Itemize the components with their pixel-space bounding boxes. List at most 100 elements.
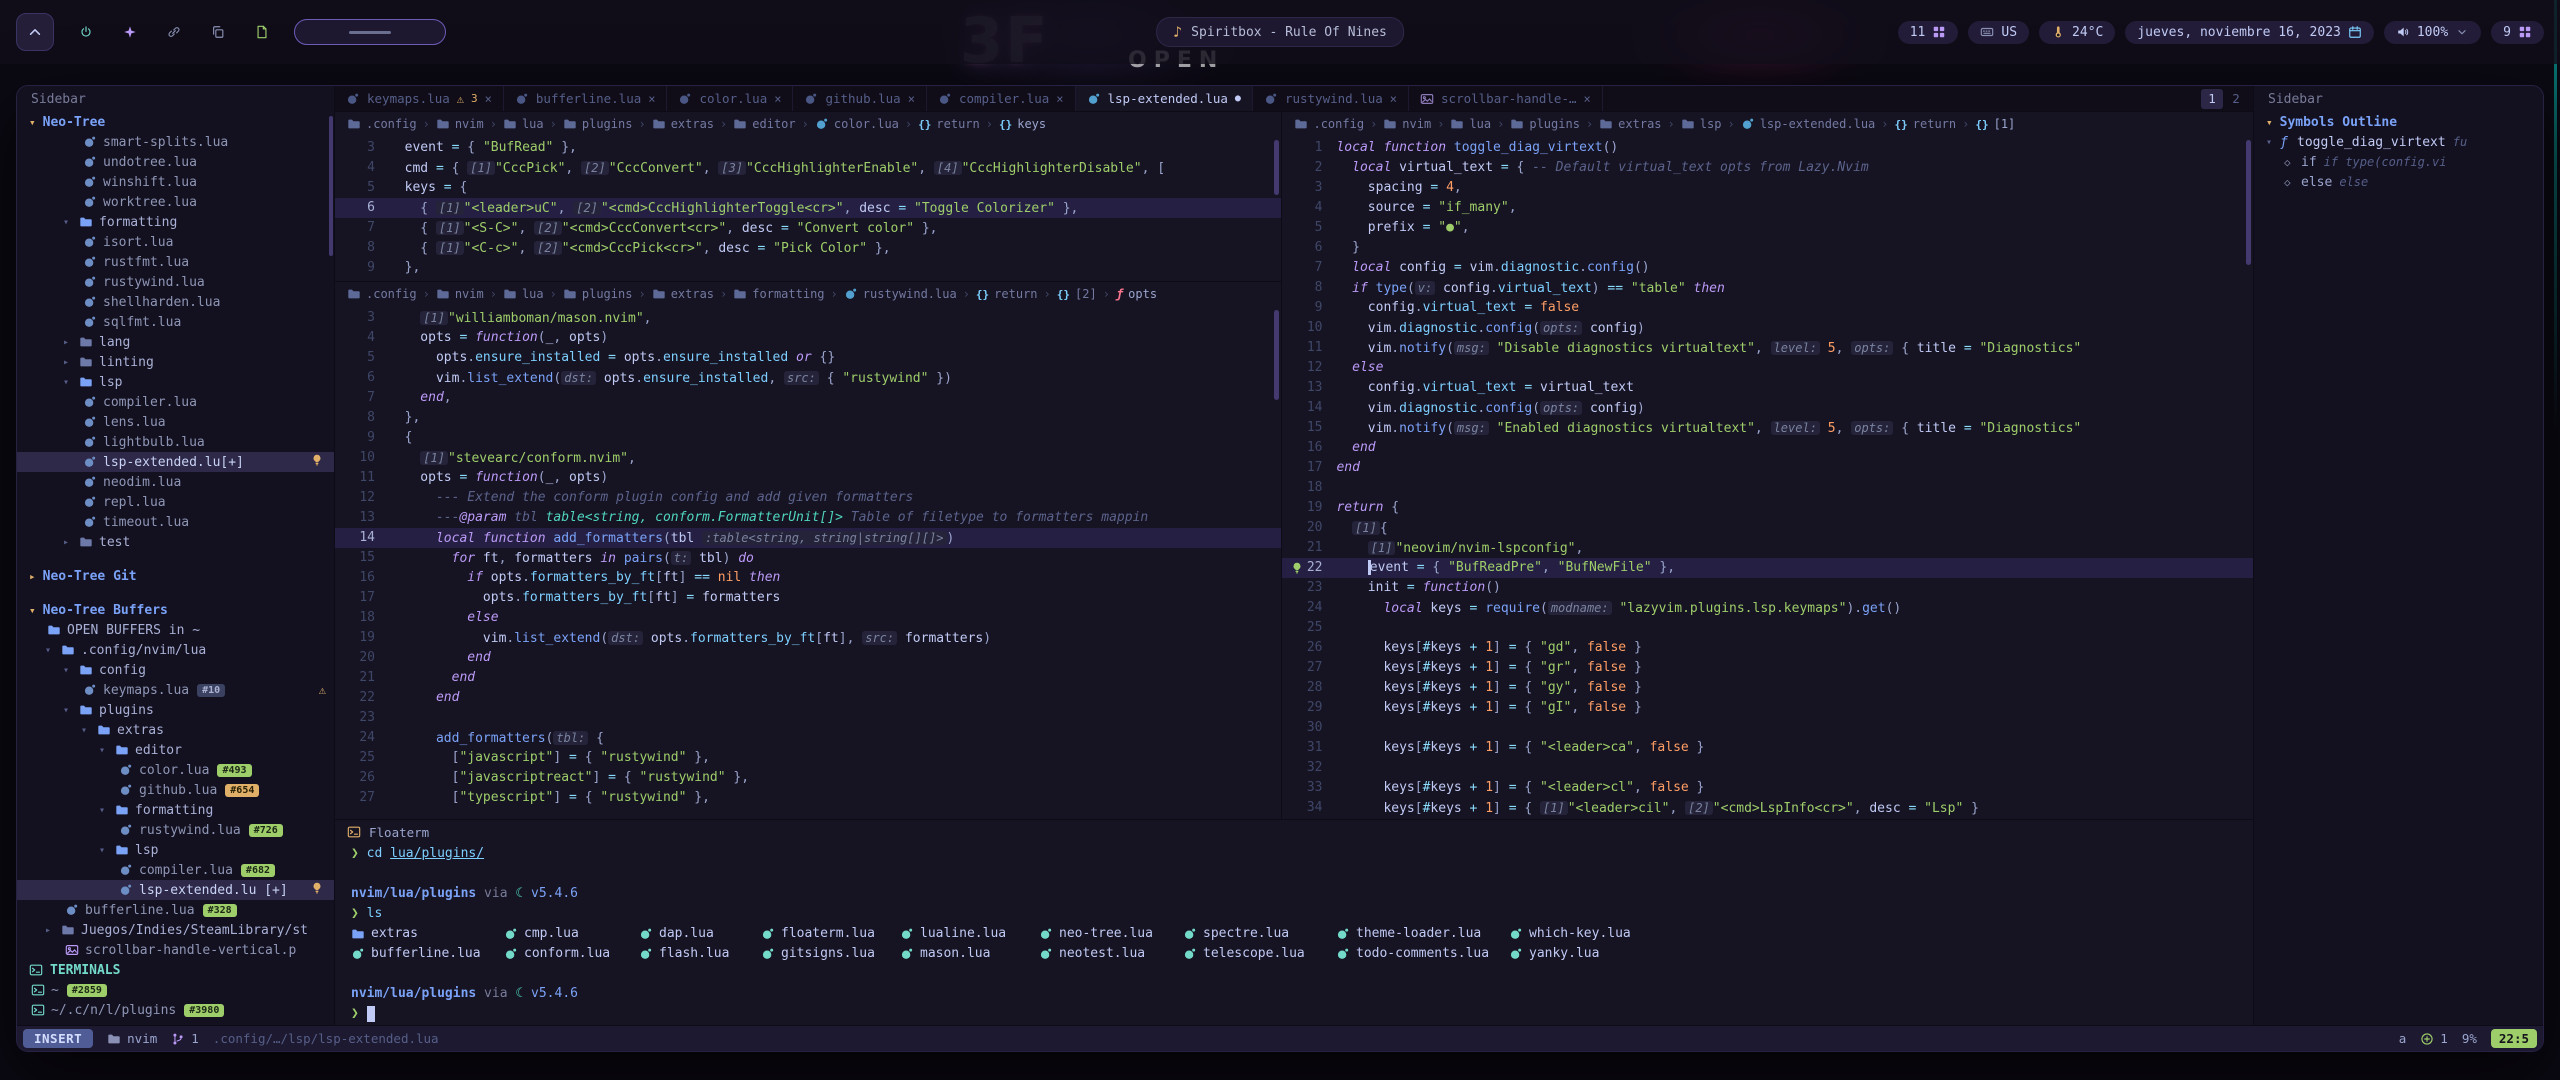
tree-item[interactable]: ▾config bbox=[17, 660, 334, 680]
breadcrumb-item[interactable]: {}return bbox=[976, 287, 1038, 301]
breadcrumb-item[interactable]: nvim bbox=[436, 117, 484, 131]
tab-lsp-extended-lua[interactable]: lsp-extended.lua● bbox=[1076, 86, 1253, 111]
tree-item[interactable]: lsp-extended.lu [+] bbox=[17, 880, 334, 900]
breadcrumb-item[interactable]: plugins bbox=[563, 117, 633, 131]
code-line[interactable]: 26 keys[#keys + 1] = { "gd", false } bbox=[1282, 638, 2253, 658]
chevron-down-icon[interactable]: ▾ bbox=[99, 845, 113, 856]
breadcrumb-item[interactable]: nvim bbox=[436, 287, 484, 301]
close-tab-icon[interactable]: × bbox=[774, 92, 781, 106]
code-line[interactable]: 18 bbox=[1282, 478, 2253, 498]
tree-item[interactable]: ▾lsp bbox=[17, 372, 334, 392]
chevron-down-icon[interactable]: ▾ bbox=[63, 665, 77, 676]
chevron-down-icon[interactable]: ▾ bbox=[99, 805, 113, 816]
tree-item[interactable]: ▾formatting bbox=[17, 800, 334, 820]
tree-item[interactable]: ▸test bbox=[17, 532, 334, 552]
code-line[interactable]: 4 cmd = { [1]"CccPick", [2]"CccConvert",… bbox=[335, 158, 1281, 178]
tab-color-lua[interactable]: color.lua× bbox=[667, 86, 793, 111]
code-line[interactable]: 7 end, bbox=[335, 388, 1281, 408]
chevron-down-icon[interactable]: ▾ bbox=[63, 217, 77, 228]
tree-item[interactable]: compiler.lua bbox=[17, 392, 334, 412]
terminal-output[interactable]: ❯ cd lua/plugins/nvim/lua/plugins via ☾ … bbox=[335, 844, 2253, 1025]
code-line[interactable]: 18 else bbox=[335, 608, 1281, 628]
code-line[interactable]: 20 end bbox=[335, 648, 1281, 668]
code-line[interactable]: 25 ["javascript"] = { "rustywind" }, bbox=[335, 748, 1281, 768]
code-line[interactable]: 14 vim.diagnostic.config(opts: config) bbox=[1282, 398, 2253, 418]
code-line[interactable]: 9 }, bbox=[335, 258, 1281, 278]
breadcrumb-item[interactable]: lua bbox=[503, 117, 544, 131]
tab-keymaps-lua[interactable]: keymaps.lua⚠3× bbox=[335, 86, 504, 111]
breadcrumb-item[interactable]: color.lua bbox=[815, 117, 899, 131]
code-line[interactable]: 19return { bbox=[1282, 498, 2253, 518]
tree-item[interactable]: neodim.lua bbox=[17, 472, 334, 492]
tree-item[interactable]: ▾.config/nvim/lua bbox=[17, 640, 334, 660]
code-line[interactable]: 15 for ft, formatters in pairs(t: tbl) d… bbox=[335, 548, 1281, 568]
tree-item[interactable]: bufferline.lua#328 bbox=[17, 900, 334, 920]
tree-item[interactable]: smart-splits.lua bbox=[17, 132, 334, 152]
chevron-right-icon[interactable]: ▸ bbox=[63, 357, 77, 368]
code-line[interactable]: 3 [1]"williamboman/mason.nvim", bbox=[335, 308, 1281, 328]
tab-bufferline-lua[interactable]: bufferline.lua× bbox=[504, 86, 668, 111]
code-line[interactable]: 1local function toggle_diag_virtext() bbox=[1282, 138, 2253, 158]
tab-scrollbar-handle-[interactable]: scrollbar-handle-…× bbox=[1409, 86, 1603, 111]
code-line[interactable]: 21 end bbox=[335, 668, 1281, 688]
code-line[interactable]: 23 init = function() bbox=[1282, 578, 2253, 598]
breadcrumb-item[interactable]: .config bbox=[1294, 117, 1364, 131]
file-button[interactable] bbox=[248, 18, 276, 46]
tree-item[interactable]: shellharden.lua bbox=[17, 292, 334, 312]
neotree-section-header[interactable]: ▾ Neo-Tree bbox=[17, 112, 334, 132]
code-line[interactable]: 26 ["javascriptreact"] = { "rustywind" }… bbox=[335, 768, 1281, 788]
code-line[interactable]: 3 event = { "BufRead" }, bbox=[335, 138, 1281, 158]
breadcrumb-item[interactable]: {}keys bbox=[999, 117, 1046, 131]
code-line[interactable]: 27 keys[#keys + 1] = { "gr", false } bbox=[1282, 658, 2253, 678]
code-line[interactable]: 33 keys[#keys + 1] = { "<leader>cl", fal… bbox=[1282, 778, 2253, 798]
tabpage-2[interactable]: 2 bbox=[2225, 89, 2247, 109]
breadcrumb-item[interactable]: ƒopts bbox=[1116, 287, 1157, 301]
code-line[interactable]: 31 keys[#keys + 1] = { "<leader>ca", fal… bbox=[1282, 738, 2253, 758]
breadcrumb-item[interactable]: lua bbox=[1450, 117, 1491, 131]
editor-pane-rustywind[interactable]: .config›nvim›lua›plugins›extras›formatti… bbox=[335, 282, 1281, 819]
close-tab-icon[interactable]: × bbox=[1584, 92, 1591, 106]
breadcrumb-item[interactable]: {}return bbox=[918, 117, 980, 131]
code-line[interactable]: 13 config.virtual_text = virtual_text bbox=[1282, 378, 2253, 398]
tree-item[interactable]: sqlfmt.lua bbox=[17, 312, 334, 332]
terminal-buffer-item[interactable]: ~/.c/n/l/plugins#3980 bbox=[17, 1000, 334, 1020]
tree-item[interactable]: worktree.lua bbox=[17, 192, 334, 212]
breadcrumb-item[interactable]: plugins bbox=[1510, 117, 1580, 131]
code-line[interactable]: 20 [1]{ bbox=[1282, 518, 2253, 538]
editor-pane-lsp-extended[interactable]: .config›nvim›lua›plugins›extras›lsp›lsp-… bbox=[1282, 112, 2253, 819]
tree-item[interactable]: lightbulb.lua bbox=[17, 432, 334, 452]
chevron-down-icon[interactable]: ▾ bbox=[81, 725, 95, 736]
pane-scrollbar[interactable] bbox=[1274, 140, 1279, 195]
volume-pill[interactable]: 100% bbox=[2384, 21, 2481, 44]
code-line[interactable]: 28 keys[#keys + 1] = { "gy", false } bbox=[1282, 678, 2253, 698]
code-line[interactable]: 21 [1]"neovim/nvim-lspconfig", bbox=[1282, 538, 2253, 558]
breadcrumb-item[interactable]: editor bbox=[733, 117, 795, 131]
code-line[interactable]: 6 vim.list_extend(dst: opts.ensure_insta… bbox=[335, 368, 1281, 388]
neotree-buffers-section-header[interactable]: ▾ Neo-Tree Buffers bbox=[17, 600, 334, 620]
breadcrumb-item[interactable]: {}return bbox=[1895, 117, 1957, 131]
breadcrumb-item[interactable]: lua bbox=[503, 287, 544, 301]
code-line[interactable]: 30 bbox=[1282, 718, 2253, 738]
code-line[interactable]: 19 vim.list_extend(dst: opts.formatters_… bbox=[335, 628, 1281, 648]
breadcrumb-item[interactable]: plugins bbox=[563, 287, 633, 301]
chevron-down-icon[interactable]: ▾ bbox=[63, 705, 77, 716]
close-tab-icon[interactable]: × bbox=[1390, 92, 1397, 106]
code-line[interactable]: 5 opts.ensure_installed = opts.ensure_in… bbox=[335, 348, 1281, 368]
code-line[interactable]: 5 keys = { bbox=[335, 178, 1281, 198]
code-line[interactable]: 9 { bbox=[335, 428, 1281, 448]
terminals-section-header[interactable]: TERMINALS bbox=[17, 960, 334, 980]
tree-item[interactable]: ▾plugins bbox=[17, 700, 334, 720]
tree-item[interactable]: compiler.lua#682 bbox=[17, 860, 334, 880]
code-line[interactable]: 2 local virtual_text = { -- Default virt… bbox=[1282, 158, 2253, 178]
code-line[interactable]: 8 { [1]"<C-c>", [2]"<cmd>CccPick<cr>", d… bbox=[335, 238, 1281, 258]
sidebar-scrollbar[interactable] bbox=[329, 116, 333, 256]
workspaces-pill[interactable]: 11 bbox=[1898, 21, 1959, 44]
sparkle-button[interactable] bbox=[116, 18, 144, 46]
code-line[interactable]: 12 else bbox=[1282, 358, 2253, 378]
breadcrumb-item[interactable]: rustywind.lua bbox=[844, 287, 957, 301]
close-tab-icon[interactable]: × bbox=[648, 92, 655, 106]
power-button[interactable] bbox=[72, 18, 100, 46]
breadcrumb-item[interactable]: {}[2] bbox=[1057, 287, 1097, 301]
close-tab-icon[interactable]: × bbox=[485, 92, 492, 106]
close-tab-icon[interactable]: × bbox=[908, 92, 915, 106]
